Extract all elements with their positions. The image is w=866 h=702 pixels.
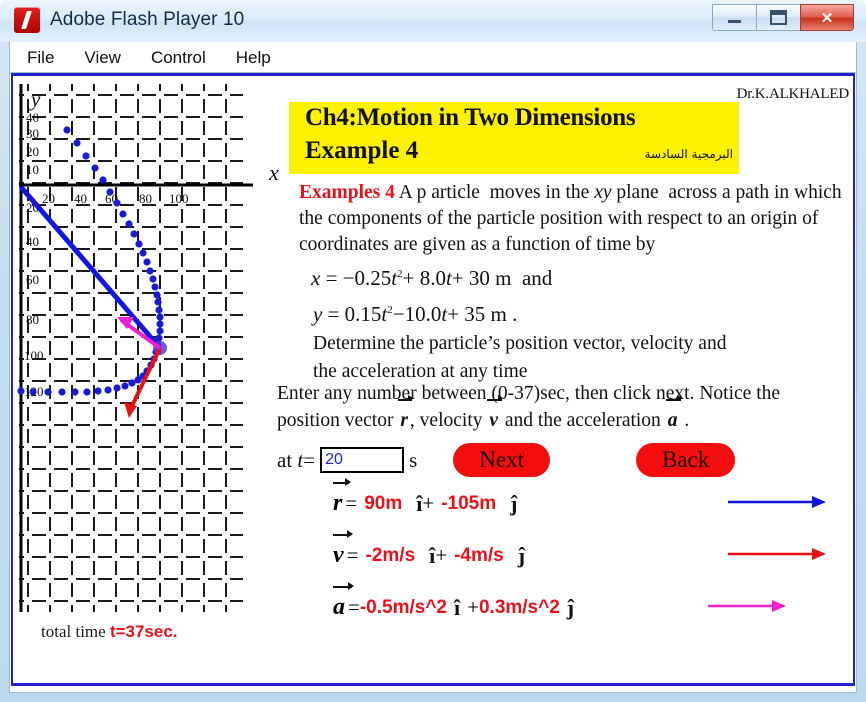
instructions-line-1: Enter any number between (0-37)sec, then…: [277, 383, 781, 404]
content-panel: Dr.K.ALKHALED Ch4:Motion in Two Dimensio…: [271, 80, 851, 680]
total-time-text: total time t=37sec.: [41, 622, 178, 642]
result-row-position: r = 90m î + -105m ĵ: [333, 477, 826, 517]
total-time-label: total time: [41, 622, 110, 641]
svg-text:20: 20: [26, 144, 39, 159]
instr-accel-label: and the acceleration: [504, 410, 661, 431]
svg-text:30: 30: [26, 126, 39, 141]
next-button[interactable]: Next: [453, 443, 550, 477]
chart-svg: y x 40 30 20 10 20 40 60: [17, 84, 253, 612]
result-symbol-r: r: [333, 477, 352, 517]
window-buttons: ✕: [712, 4, 854, 31]
instr-position-label: position vector: [277, 410, 394, 431]
menu-item-control[interactable]: Control: [138, 46, 219, 70]
svg-text:40: 40: [26, 234, 39, 249]
svg-text:100: 100: [169, 191, 189, 206]
menu-bar: File View Control Help: [9, 42, 857, 74]
stage-container: y x 40 30 20 10 20 40 60: [9, 72, 857, 693]
svg-text:80: 80: [139, 191, 152, 206]
result-x-value-a: -0.5m/s^2: [359, 596, 447, 618]
minimize-icon: [728, 20, 741, 23]
banner-arabic-subtitle: البرمجية السادسة: [644, 147, 733, 161]
result-j-hat-r: ĵ: [510, 490, 518, 516]
total-time-value: t=37sec.: [109, 622, 178, 641]
banner-title-line2: Example 4: [305, 137, 419, 164]
problem-statement: Examples 4 A p article moves in the xy p…: [299, 180, 853, 386]
result-i-hat-a: î: [454, 594, 461, 620]
result-equals-r: =: [345, 491, 358, 515]
menu-item-file[interactable]: File: [14, 46, 67, 70]
flash-player-window: Adobe Flash Player 10 ✕ File View Contro…: [0, 0, 866, 702]
window-title: Adobe Flash Player 10: [50, 9, 245, 30]
chart-grid: [19, 84, 243, 612]
instr-a-symbol: a: [665, 394, 683, 434]
equation-y: y = 0.15t2−10.0t+ 35 m .: [313, 302, 518, 326]
instr-comma-velocity: , velocity: [409, 410, 483, 431]
maximize-icon: [770, 10, 787, 25]
svg-text:40: 40: [26, 110, 39, 125]
result-symbol-a: a: [333, 581, 354, 621]
time-input[interactable]: [320, 447, 405, 473]
back-button[interactable]: Back: [636, 443, 736, 477]
svg-text:80: 80: [26, 312, 39, 327]
y-axis-label: y: [29, 87, 41, 111]
banner-title-line1: Ch4:Motion in Two Dimensions: [305, 104, 636, 131]
result-y-value-v: -4m/s: [454, 544, 504, 566]
flash-logo-icon: [14, 7, 40, 33]
instr-r-symbol: r: [398, 394, 413, 434]
trajectory-chart: y x 40 30 20 10 20 40 60: [17, 84, 279, 614]
instr-period: .: [684, 410, 690, 431]
result-equals-v: =: [346, 543, 359, 567]
equation-x: x = −0.25t2+ 8.0t+ 30 m and: [311, 266, 553, 290]
svg-text:60: 60: [26, 272, 39, 287]
result-j-hat-v: ĵ: [517, 542, 526, 568]
result-plus-r: +: [422, 491, 435, 515]
svg-text:100: 100: [24, 348, 44, 363]
result-j-hat-a: ĵ: [566, 594, 575, 620]
minimize-button[interactable]: [712, 4, 757, 31]
svg-text:20: 20: [42, 191, 55, 206]
svg-text:40: 40: [74, 191, 87, 206]
menu-item-help[interactable]: Help: [223, 46, 284, 70]
determine-line-1: Determine the particle’s position vector…: [313, 333, 727, 354]
result-row-acceleration: a = -0.5m/s^2 î + 0.3m/s^2 ĵ: [333, 581, 786, 621]
flash-stage: y x 40 30 20 10 20 40 60: [11, 73, 855, 686]
result-symbol-v: v: [333, 529, 353, 569]
result-arrow-v: [728, 543, 828, 568]
result-plus-a: +: [467, 595, 479, 619]
instr-v-symbol: v: [487, 394, 503, 434]
maximize-button[interactable]: [756, 4, 801, 31]
title-banner: Ch4:Motion in Two Dimensions Example 4 ا…: [289, 102, 739, 174]
controls-row: at t= s Next Back: [277, 443, 736, 477]
result-arrow-r: [728, 491, 828, 516]
window-frame: Adobe Flash Player 10 ✕ File View Contro…: [0, 0, 866, 702]
result-y-value-r: -105m: [441, 492, 497, 514]
result-x-value-r: 90m: [364, 492, 403, 514]
result-x-value-v: -2m/s: [365, 544, 416, 566]
y-tick-labels-positive: 40 30 20 10: [26, 110, 39, 177]
result-arrow-a: [708, 595, 788, 620]
author-credit: Dr.K.ALKHALED: [736, 86, 850, 102]
menu-item-view[interactable]: View: [71, 46, 134, 70]
problem-label: Examples 4: [299, 182, 395, 203]
time-label: at t=: [277, 447, 316, 472]
close-button[interactable]: ✕: [800, 4, 854, 31]
time-unit-label: s: [409, 447, 418, 472]
instructions-line-2: position vector r, velocity v and the ac…: [277, 394, 853, 434]
title-bar: Adobe Flash Player 10 ✕: [0, 0, 866, 42]
result-plus-v: +: [435, 543, 448, 567]
result-equals-a: =: [348, 595, 360, 619]
result-y-value-a: 0.3m/s^2: [478, 596, 560, 618]
close-icon: ✕: [820, 9, 834, 27]
result-row-velocity: v = -2m/s î + -4m/s ĵ: [333, 529, 826, 569]
instructions-text: Enter any number between (0-37)sec, then…: [277, 380, 853, 434]
svg-text:10: 10: [26, 162, 39, 177]
